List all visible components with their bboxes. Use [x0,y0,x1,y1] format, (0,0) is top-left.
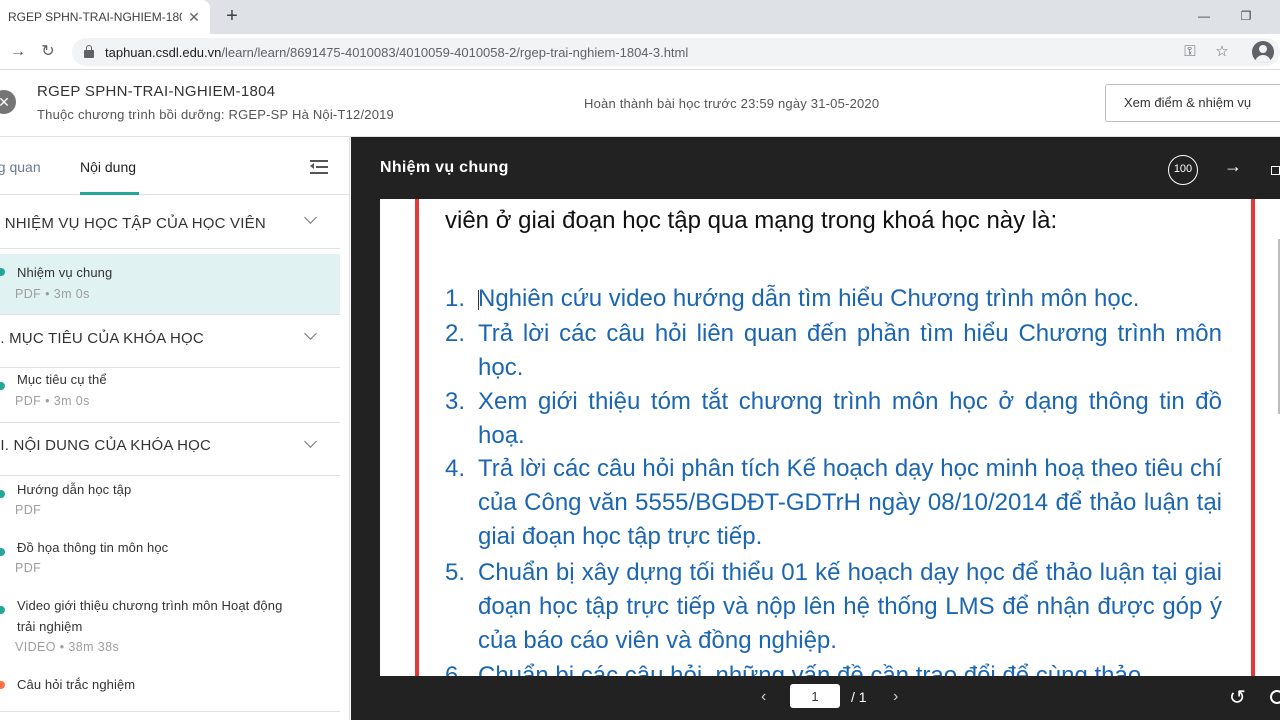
chevron-down-icon[interactable] [305,331,317,343]
lesson-title: Video giới thiệu chương trình môn Hoạt đ… [17,598,283,613]
page-number-input[interactable] [790,684,840,708]
section-title: II. NỘI DUNG CỦA KHÓA HỌC [0,437,212,454]
chevron-down-icon[interactable] [305,215,317,227]
lesson-title: Hướng dẫn học tập [17,482,132,497]
doc-item-number: 2. [445,320,466,347]
doc-item-text: Trả lời các câu hỏi phân tích Kế hoạch d… [478,455,1222,550]
lesson-item[interactable]: Hướng dẫn học tập PDF [0,476,340,534]
lesson-item[interactable]: Đồ họa thông tin môn học PDF [0,534,340,592]
lesson-title: Câu hỏi trắc nghiệm [17,677,136,692]
section-header[interactable]: II. NỘI DUNG CỦA KHÓA HỌC [0,422,340,476]
doc-item-text: Chuẩn bị xây dựng tối thiểu 01 kế hoạch … [478,559,1222,654]
next-lesson-icon[interactable]: → [1224,156,1242,177]
lesson-title: Mục tiêu cụ thể [17,372,107,387]
lesson-item[interactable]: Mục tiêu cụ thể PDF • 3m 0s [0,368,340,422]
lesson-meta: PDF • 3m 0s [15,394,90,408]
lock-icon[interactable] [84,45,94,58]
url-domain: taphuan.csdl.edu.vn [105,45,222,60]
tab-content[interactable]: Nội dung [80,159,136,175]
page-total: / 1 [851,689,867,705]
course-title: RGEP SPHN-TRAI-NGHIEM-1804 [37,83,276,100]
status-dot-icon [0,268,5,276]
close-course-icon[interactable]: ✕ [0,90,16,114]
search-icon[interactable] [1270,690,1280,704]
course-program: Thuộc chương trình bồi dưỡng: RGEP-SP Hà… [37,107,394,122]
back-icon[interactable]: → [6,40,30,64]
view-grades-button[interactable]: Xem điểm & nhiệm vụ [1105,84,1280,122]
zoom-level-badge[interactable]: 100 [1168,155,1198,185]
tab-overview[interactable]: ng quan [0,159,41,175]
browser-toolbar: → ↻ taphuan.csdl.edu.vn/learn/learn/8691… [0,34,1280,70]
section-title: I. MỤC TIÊU CỦA KHÓA HỌC [0,330,204,347]
lesson-item[interactable]: Video giới thiệu chương trình môn Hoạt đ… [0,592,340,672]
doc-item-number: 4. [445,455,466,482]
text-cursor-icon [478,290,484,310]
doc-item-number: 6. [445,662,466,676]
url-path: /learn/learn/8691475-4010083/4010059-401… [221,45,689,60]
lesson-title: Đồ họa thông tin môn học [17,540,169,555]
deadline-text: Hoàn thành bài học trước 23:59 ngày 31-0… [584,96,880,111]
collapse-menu-icon[interactable] [310,159,330,175]
lesson-meta: PDF [15,503,42,517]
doc-item-text: Chuẩn bị các câu hỏi, những vấn đề cần t… [478,662,1142,676]
next-page-icon[interactable]: › [893,688,898,706]
tab-title: RGEP SPHN-TRAI-NGHIEM-1804 [8,10,182,24]
browser-tabstrip: RGEP SPHN-TRAI-NGHIEM-1804 ✕ + — ❐ [0,0,1280,34]
profile-avatar-icon[interactable] [1252,41,1274,63]
doc-item-text: Nghiên cứu video hướng dẫn tìm hiểu Chươ… [478,285,1140,312]
restore-icon[interactable]: ❐ [1234,6,1258,26]
prev-page-icon[interactable]: ‹ [761,688,766,706]
fullscreen-icon[interactable] [1271,166,1280,175]
status-dot-icon [0,606,5,614]
pdf-viewer: Nhiệm vụ chung 100 → viên ở giai đoạn họ… [351,137,1280,720]
doc-item-number: 1. [445,285,466,312]
url-text[interactable]: taphuan.csdl.edu.vn/learn/learn/8691475-… [105,45,688,60]
lesson-item[interactable]: Nhiệm vụ chung PDF • 3m 0s [0,254,340,314]
doc-item-number: 5. [445,559,466,586]
bookmark-star-icon[interactable]: ☆ [1211,41,1233,63]
status-dot-icon [0,681,5,689]
status-dot-icon [0,490,5,498]
pdf-page[interactable]: viên ở giai đoạn học tập qua mạng trong … [380,199,1280,676]
doc-item-text: Trả lời các câu hỏi liên quan đến phần t… [478,320,1222,381]
close-tab-icon[interactable]: ✕ [186,9,202,25]
course-header: ✕ RGEP SPHN-TRAI-NGHIEM-1804 Thuộc chươn… [0,70,1280,137]
address-bar[interactable]: taphuan.csdl.edu.vn/learn/learn/8691475-… [72,38,1280,66]
new-tab-icon[interactable]: + [222,6,242,26]
sidebar-tabs: ng quan Nội dung [0,137,349,195]
lesson-title-continued: trải nghiệm [17,619,83,634]
lesson-item[interactable]: Câu hỏi trắc nghiệm [0,672,340,712]
doc-item-number: 3. [445,388,466,415]
lesson-meta: PDF • 3m 0s [15,287,90,301]
lesson-meta: VIDEO • 38m 38s [15,640,120,654]
viewer-title: Nhiệm vụ chung [380,159,509,176]
lesson-title: Nhiệm vụ chung [17,265,113,280]
doc-item-text: Xem giới thiệu tóm tắt chương trình môn … [478,388,1222,449]
minimize-icon[interactable]: — [1192,6,1216,26]
pdf-pager: ‹ / 1 › ↺ [351,676,1280,720]
browser-tab[interactable]: RGEP SPHN-TRAI-NGHIEM-1804 ✕ [0,0,210,34]
key-icon[interactable]: ⚿ [1179,41,1201,63]
course-sidebar: ng quan Nội dung . NHIỆM VỤ HỌC TẬP CỦA … [0,137,350,720]
reload-icon[interactable]: ↻ [36,40,60,64]
status-dot-icon [0,382,5,390]
rotate-icon[interactable]: ↺ [1229,685,1246,710]
status-dot-icon [0,548,5,556]
section-header[interactable]: . NHIỆM VỤ HỌC TẬP CỦA HỌC VIÊN [0,195,340,249]
section-header[interactable]: I. MỤC TIÊU CỦA KHÓA HỌC [0,313,340,368]
lesson-meta: PDF [15,561,42,575]
chevron-down-icon[interactable] [305,439,317,451]
section-title: . NHIỆM VỤ HỌC TẬP CỦA HỌC VIÊN [0,215,266,232]
doc-intro: viên ở giai đoạn học tập qua mạng trong … [445,207,1058,234]
